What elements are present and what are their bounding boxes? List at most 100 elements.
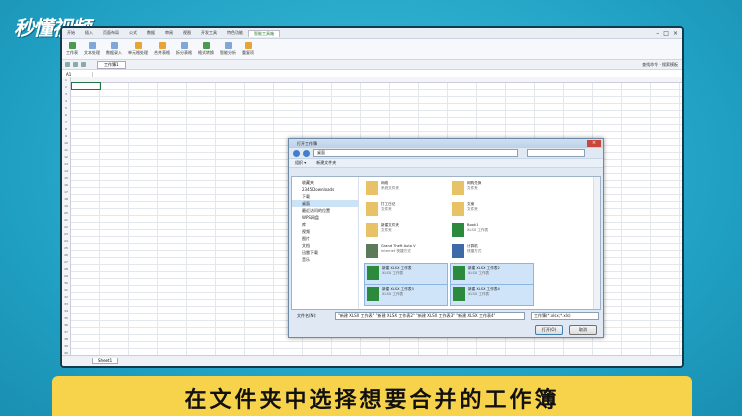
tab-developer[interactable]: 开发工具 [196,30,222,36]
row-number[interactable]: 22 [62,224,70,231]
split-tables-button[interactable]: 拆分表格 [176,42,192,56]
open-button[interactable]: 打开(O) [535,325,563,335]
nav-item-2345downloads[interactable]: 2345Downloads [292,186,358,193]
row-number[interactable]: 36 [62,322,70,329]
nav-item-desktop[interactable]: 桌面 [292,200,358,207]
file-item[interactable]: 网购兑换 文件夹 [450,179,532,199]
file-tab[interactable]: 工作簿1 [97,60,126,69]
text-process-button[interactable]: 文本处理 [84,42,100,56]
tab-page-layout[interactable]: 页面布局 [98,30,124,36]
file-item[interactable]: 新建 XLSX 工作表2 XLSX 工作表 [450,263,534,285]
tab-formulas[interactable]: 公式 [124,30,142,36]
redo-icon[interactable] [81,62,86,67]
cell-process-button[interactable]: 单元格处理 [128,42,148,56]
nav-item-documents[interactable]: 文档 [292,242,358,249]
row-number[interactable]: 37 [62,329,70,336]
row-number[interactable]: 38 [62,336,70,343]
sheet-tab[interactable]: Sheet1 [92,358,119,364]
row-number[interactable]: 20 [62,210,70,217]
file-list-scrollbar[interactable] [593,177,600,309]
row-number[interactable]: 28 [62,266,70,273]
format-convert-button[interactable]: 格式转换 [198,42,214,56]
worksheet-button[interactable]: 工作表 [66,42,78,56]
nav-item-recent[interactable]: 最近访问的位置 [292,207,358,214]
tab-data[interactable]: 数据 [142,30,160,36]
row-number[interactable]: 3 [62,91,70,98]
search-commands[interactable]: 查找命令 · 搜索模板 [642,62,682,68]
row-number[interactable]: 9 [62,133,70,140]
row-number[interactable]: 23 [62,231,70,238]
undo-icon[interactable] [73,62,78,67]
filetype-select[interactable]: 工作簿(*.xlsx;*.xls) [531,312,599,320]
row-number[interactable]: 5 [62,105,70,112]
row-number[interactable]: 13 [62,161,70,168]
row-number[interactable]: 1 [62,77,70,84]
forward-icon[interactable] [303,149,310,157]
row-number[interactable]: 33 [62,301,70,308]
row-number[interactable]: 21 [62,217,70,224]
data-entry-button[interactable]: 数据录入 [106,42,122,56]
file-item[interactable]: 打工日记 文件夹 [364,200,446,220]
address-bar[interactable]: 桌面 [313,149,518,157]
nav-item-wps-cloud[interactable]: WPS网盘 [292,214,358,221]
active-cell[interactable] [71,82,101,90]
nav-item-xunlei[interactable]: 迅雷下载 [292,249,358,256]
row-number[interactable]: 4 [62,98,70,105]
row-number[interactable]: 6 [62,112,70,119]
tab-review[interactable]: 审阅 [160,30,178,36]
row-number[interactable]: 19 [62,203,70,210]
row-number[interactable]: 8 [62,126,70,133]
file-item[interactable]: Book1 XLSX 工作表 [450,221,532,241]
nav-item-favorites[interactable]: 收藏夹 [292,179,358,186]
tab-special[interactable]: 特色功能 [222,30,248,36]
dialog-close-button[interactable]: × [587,140,601,147]
row-number[interactable]: 2 [62,84,70,91]
row-number[interactable]: 12 [62,154,70,161]
nav-item-libraries[interactable]: 库 [292,221,358,228]
name-box[interactable]: A1 [62,71,93,77]
tab-view[interactable]: 视图 [178,30,196,36]
file-item[interactable]: 文案 文件夹 [450,200,532,220]
filename-field[interactable]: "新建 XLSX 工作表" "新建 XLSX 工作表2" "新建 XLSX 工作… [335,312,525,320]
file-item[interactable]: Grand Theft Auto V Internet 快捷方式 [364,242,446,262]
tab-home[interactable]: 开始 [62,30,80,36]
row-number[interactable]: 35 [62,315,70,322]
row-number[interactable]: 31 [62,287,70,294]
nav-item-pictures[interactable]: 图片 [292,235,358,242]
back-icon[interactable] [293,149,300,157]
tab-smart-toolbox[interactable]: 智能工具箱 [248,29,280,37]
file-item[interactable]: 计算机 快捷方式 [450,242,532,262]
merge-tables-button[interactable]: 合并表格 [154,42,170,56]
row-number[interactable]: 18 [62,196,70,203]
file-item[interactable]: 新建 XLSX 工作表4 XLSX 工作表 [450,284,534,306]
duplicates-button[interactable]: 重复项 [242,42,254,56]
row-number[interactable]: 10 [62,140,70,147]
minimize-icon[interactable]: – [656,30,659,37]
search-input[interactable] [527,149,585,157]
row-number[interactable]: 30 [62,280,70,287]
row-number[interactable]: 14 [62,168,70,175]
new-folder-button[interactable]: 新建文件夹 [316,160,336,166]
maximize-icon[interactable]: □ [663,30,669,37]
row-number[interactable]: 39 [62,343,70,350]
tab-insert[interactable]: 插入 [80,30,98,36]
file-item[interactable]: 新建文件夹 文件夹 [364,221,446,241]
row-number[interactable]: 11 [62,147,70,154]
row-number[interactable]: 24 [62,238,70,245]
save-icon[interactable] [65,62,70,67]
row-number[interactable]: 7 [62,119,70,126]
row-number[interactable]: 26 [62,252,70,259]
nav-item-downloads[interactable]: 下载 [292,193,358,200]
smart-analysis-button[interactable]: 智能分析 [220,42,236,56]
nav-item-music[interactable]: 音乐 [292,256,358,263]
close-icon[interactable]: × [673,30,678,37]
cancel-button[interactable]: 取消 [569,325,597,335]
row-number[interactable]: 29 [62,273,70,280]
nav-item-videos[interactable]: 视频 [292,228,358,235]
row-number[interactable]: 16 [62,182,70,189]
row-number[interactable]: 27 [62,259,70,266]
row-number[interactable]: 25 [62,245,70,252]
file-item[interactable]: 新建 XLSX 工作表3 XLSX 工作表 [364,284,448,306]
row-number[interactable]: 17 [62,189,70,196]
row-number[interactable]: 34 [62,308,70,315]
